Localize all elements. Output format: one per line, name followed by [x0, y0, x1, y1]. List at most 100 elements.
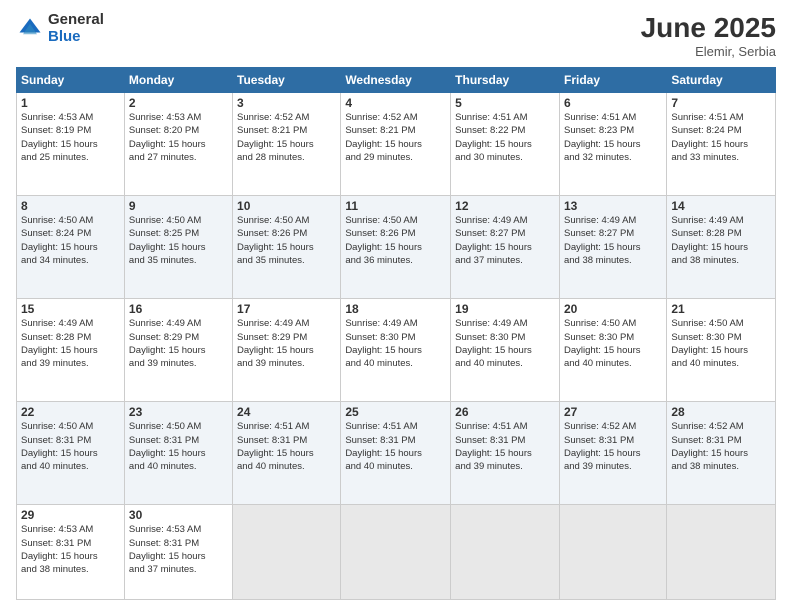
day-number: 8 [21, 199, 120, 213]
month-title: June 2025 [641, 12, 776, 44]
calendar-cell: 1Sunrise: 4:53 AM Sunset: 8:19 PM Daylig… [17, 93, 125, 196]
calendar-cell: 5Sunrise: 4:51 AM Sunset: 8:22 PM Daylig… [451, 93, 560, 196]
calendar-cell: 13Sunrise: 4:49 AM Sunset: 8:27 PM Dayli… [559, 196, 666, 299]
day-number: 25 [345, 405, 446, 419]
calendar-cell: 20Sunrise: 4:50 AM Sunset: 8:30 PM Dayli… [559, 299, 666, 402]
day-info: Sunrise: 4:50 AM Sunset: 8:30 PM Dayligh… [671, 317, 771, 370]
day-info: Sunrise: 4:53 AM Sunset: 8:31 PM Dayligh… [129, 523, 228, 576]
calendar-table: SundayMondayTuesdayWednesdayThursdayFrid… [16, 67, 776, 600]
day-number: 12 [455, 199, 555, 213]
day-number: 5 [455, 96, 555, 110]
calendar-cell: 27Sunrise: 4:52 AM Sunset: 8:31 PM Dayli… [559, 402, 666, 505]
day-info: Sunrise: 4:52 AM Sunset: 8:21 PM Dayligh… [237, 111, 336, 164]
calendar-cell: 15Sunrise: 4:49 AM Sunset: 8:28 PM Dayli… [17, 299, 125, 402]
col-header-wednesday: Wednesday [341, 68, 451, 93]
day-info: Sunrise: 4:53 AM Sunset: 8:31 PM Dayligh… [21, 523, 120, 576]
day-info: Sunrise: 4:51 AM Sunset: 8:22 PM Dayligh… [455, 111, 555, 164]
col-header-saturday: Saturday [667, 68, 776, 93]
day-info: Sunrise: 4:52 AM Sunset: 8:21 PM Dayligh… [345, 111, 446, 164]
calendar-cell: 4Sunrise: 4:52 AM Sunset: 8:21 PM Daylig… [341, 93, 451, 196]
day-info: Sunrise: 4:51 AM Sunset: 8:31 PM Dayligh… [345, 420, 446, 473]
day-number: 19 [455, 302, 555, 316]
calendar-cell [233, 505, 341, 600]
day-info: Sunrise: 4:49 AM Sunset: 8:30 PM Dayligh… [455, 317, 555, 370]
day-number: 14 [671, 199, 771, 213]
day-info: Sunrise: 4:51 AM Sunset: 8:31 PM Dayligh… [237, 420, 336, 473]
day-info: Sunrise: 4:49 AM Sunset: 8:28 PM Dayligh… [21, 317, 120, 370]
calendar-cell: 22Sunrise: 4:50 AM Sunset: 8:31 PM Dayli… [17, 402, 125, 505]
day-number: 17 [237, 302, 336, 316]
calendar-cell: 11Sunrise: 4:50 AM Sunset: 8:26 PM Dayli… [341, 196, 451, 299]
day-number: 21 [671, 302, 771, 316]
calendar-cell [667, 505, 776, 600]
calendar-cell: 24Sunrise: 4:51 AM Sunset: 8:31 PM Dayli… [233, 402, 341, 505]
calendar-cell [559, 505, 666, 600]
day-number: 26 [455, 405, 555, 419]
title-block: June 2025 Elemir, Serbia [641, 12, 776, 59]
day-number: 22 [21, 405, 120, 419]
logo-text: General Blue [48, 12, 104, 45]
col-header-monday: Monday [124, 68, 232, 93]
day-number: 4 [345, 96, 446, 110]
calendar-cell [451, 505, 560, 600]
calendar-header-row: SundayMondayTuesdayWednesdayThursdayFrid… [17, 68, 776, 93]
calendar-cell: 23Sunrise: 4:50 AM Sunset: 8:31 PM Dayli… [124, 402, 232, 505]
day-number: 18 [345, 302, 446, 316]
day-number: 27 [564, 405, 662, 419]
calendar-cell [341, 505, 451, 600]
day-number: 7 [671, 96, 771, 110]
day-number: 6 [564, 96, 662, 110]
calendar-cell: 3Sunrise: 4:52 AM Sunset: 8:21 PM Daylig… [233, 93, 341, 196]
logo: General Blue [16, 12, 104, 45]
col-header-friday: Friday [559, 68, 666, 93]
day-info: Sunrise: 4:49 AM Sunset: 8:29 PM Dayligh… [237, 317, 336, 370]
day-info: Sunrise: 4:49 AM Sunset: 8:27 PM Dayligh… [564, 214, 662, 267]
day-number: 2 [129, 96, 228, 110]
calendar-cell: 7Sunrise: 4:51 AM Sunset: 8:24 PM Daylig… [667, 93, 776, 196]
day-number: 9 [129, 199, 228, 213]
location: Elemir, Serbia [641, 44, 776, 59]
calendar-cell: 8Sunrise: 4:50 AM Sunset: 8:24 PM Daylig… [17, 196, 125, 299]
day-info: Sunrise: 4:50 AM Sunset: 8:26 PM Dayligh… [345, 214, 446, 267]
day-info: Sunrise: 4:50 AM Sunset: 8:30 PM Dayligh… [564, 317, 662, 370]
day-info: Sunrise: 4:53 AM Sunset: 8:20 PM Dayligh… [129, 111, 228, 164]
calendar-cell: 30Sunrise: 4:53 AM Sunset: 8:31 PM Dayli… [124, 505, 232, 600]
calendar-cell: 17Sunrise: 4:49 AM Sunset: 8:29 PM Dayli… [233, 299, 341, 402]
col-header-thursday: Thursday [451, 68, 560, 93]
calendar-cell: 29Sunrise: 4:53 AM Sunset: 8:31 PM Dayli… [17, 505, 125, 600]
day-number: 1 [21, 96, 120, 110]
page: General Blue June 2025 Elemir, Serbia Su… [0, 0, 792, 612]
calendar-cell: 10Sunrise: 4:50 AM Sunset: 8:26 PM Dayli… [233, 196, 341, 299]
logo-icon [16, 15, 44, 43]
day-info: Sunrise: 4:49 AM Sunset: 8:29 PM Dayligh… [129, 317, 228, 370]
day-info: Sunrise: 4:50 AM Sunset: 8:26 PM Dayligh… [237, 214, 336, 267]
day-info: Sunrise: 4:50 AM Sunset: 8:31 PM Dayligh… [21, 420, 120, 473]
day-number: 28 [671, 405, 771, 419]
day-info: Sunrise: 4:51 AM Sunset: 8:31 PM Dayligh… [455, 420, 555, 473]
day-number: 20 [564, 302, 662, 316]
logo-blue: Blue [48, 29, 104, 46]
calendar-cell: 19Sunrise: 4:49 AM Sunset: 8:30 PM Dayli… [451, 299, 560, 402]
col-header-sunday: Sunday [17, 68, 125, 93]
calendar-cell: 28Sunrise: 4:52 AM Sunset: 8:31 PM Dayli… [667, 402, 776, 505]
calendar-cell: 25Sunrise: 4:51 AM Sunset: 8:31 PM Dayli… [341, 402, 451, 505]
calendar-cell: 6Sunrise: 4:51 AM Sunset: 8:23 PM Daylig… [559, 93, 666, 196]
day-info: Sunrise: 4:49 AM Sunset: 8:28 PM Dayligh… [671, 214, 771, 267]
calendar-cell: 16Sunrise: 4:49 AM Sunset: 8:29 PM Dayli… [124, 299, 232, 402]
day-info: Sunrise: 4:50 AM Sunset: 8:24 PM Dayligh… [21, 214, 120, 267]
day-info: Sunrise: 4:49 AM Sunset: 8:27 PM Dayligh… [455, 214, 555, 267]
logo-general: General [48, 12, 104, 29]
day-info: Sunrise: 4:51 AM Sunset: 8:24 PM Dayligh… [671, 111, 771, 164]
day-info: Sunrise: 4:50 AM Sunset: 8:31 PM Dayligh… [129, 420, 228, 473]
calendar-cell: 18Sunrise: 4:49 AM Sunset: 8:30 PM Dayli… [341, 299, 451, 402]
calendar-cell: 26Sunrise: 4:51 AM Sunset: 8:31 PM Dayli… [451, 402, 560, 505]
day-info: Sunrise: 4:52 AM Sunset: 8:31 PM Dayligh… [671, 420, 771, 473]
calendar-cell: 9Sunrise: 4:50 AM Sunset: 8:25 PM Daylig… [124, 196, 232, 299]
day-number: 24 [237, 405, 336, 419]
calendar-cell: 14Sunrise: 4:49 AM Sunset: 8:28 PM Dayli… [667, 196, 776, 299]
day-info: Sunrise: 4:51 AM Sunset: 8:23 PM Dayligh… [564, 111, 662, 164]
day-info: Sunrise: 4:53 AM Sunset: 8:19 PM Dayligh… [21, 111, 120, 164]
day-info: Sunrise: 4:49 AM Sunset: 8:30 PM Dayligh… [345, 317, 446, 370]
day-number: 15 [21, 302, 120, 316]
day-number: 10 [237, 199, 336, 213]
